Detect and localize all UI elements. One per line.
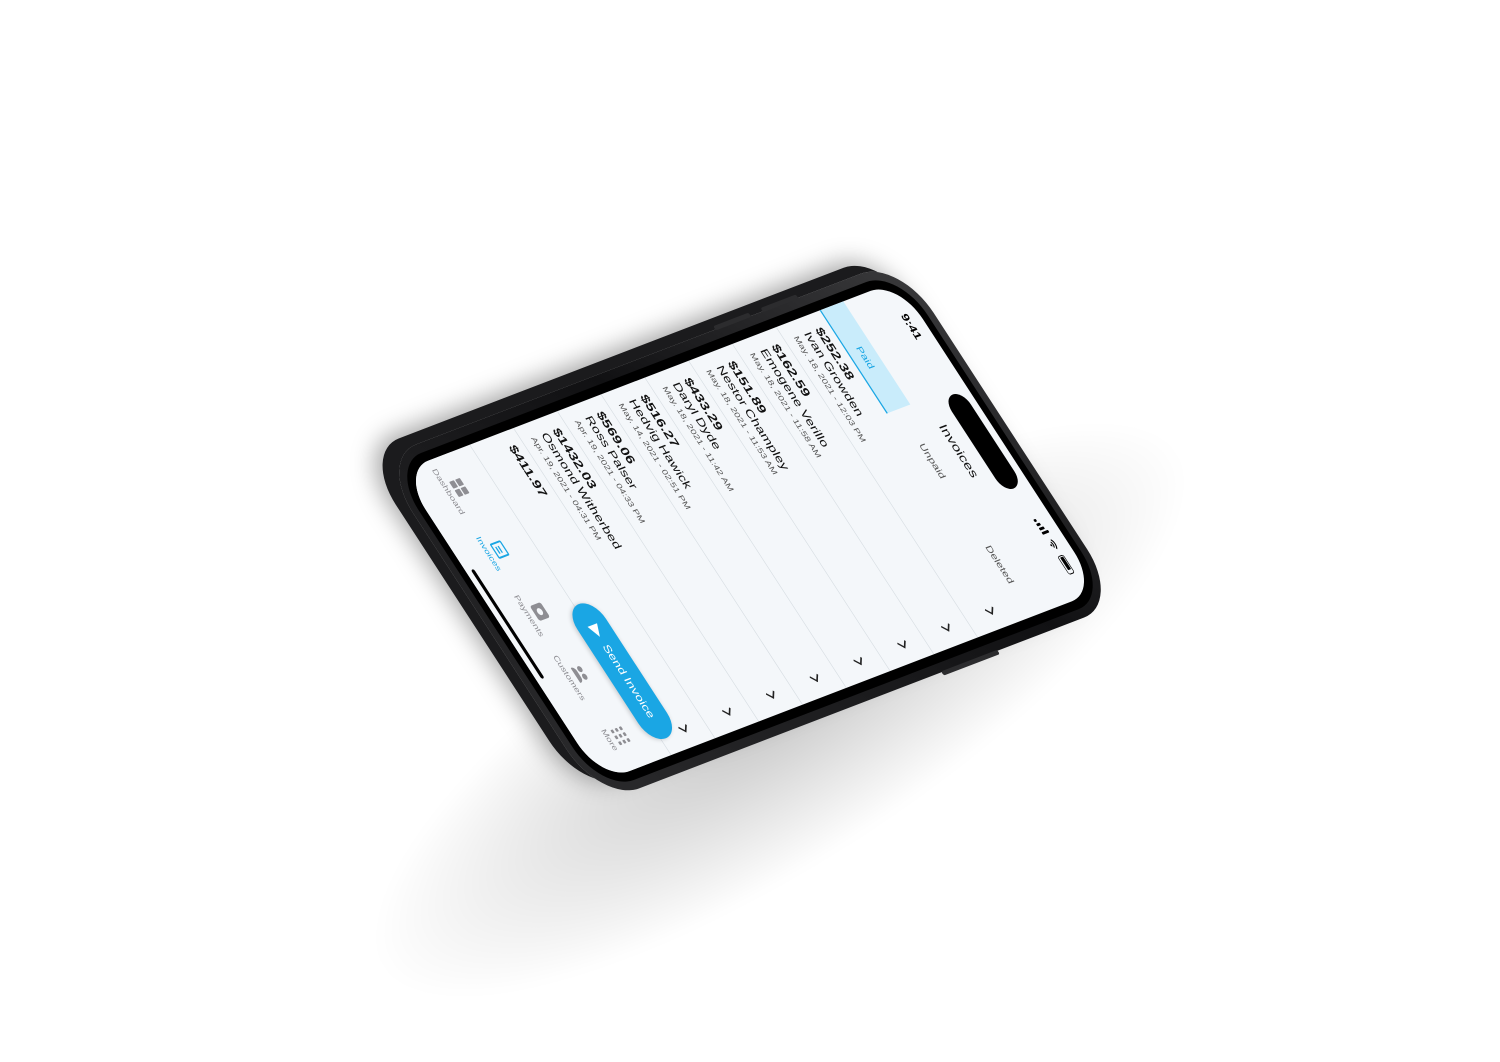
cellular-signal-icon [1033,517,1050,535]
battery-icon [1057,554,1076,575]
status-time: 9:41 [897,312,925,342]
paper-plane-icon [587,622,605,639]
wifi-icon [1050,539,1058,550]
stage: 9:41 Invoices Paid Unpaid Deleted $252.3… [0,0,1500,1062]
